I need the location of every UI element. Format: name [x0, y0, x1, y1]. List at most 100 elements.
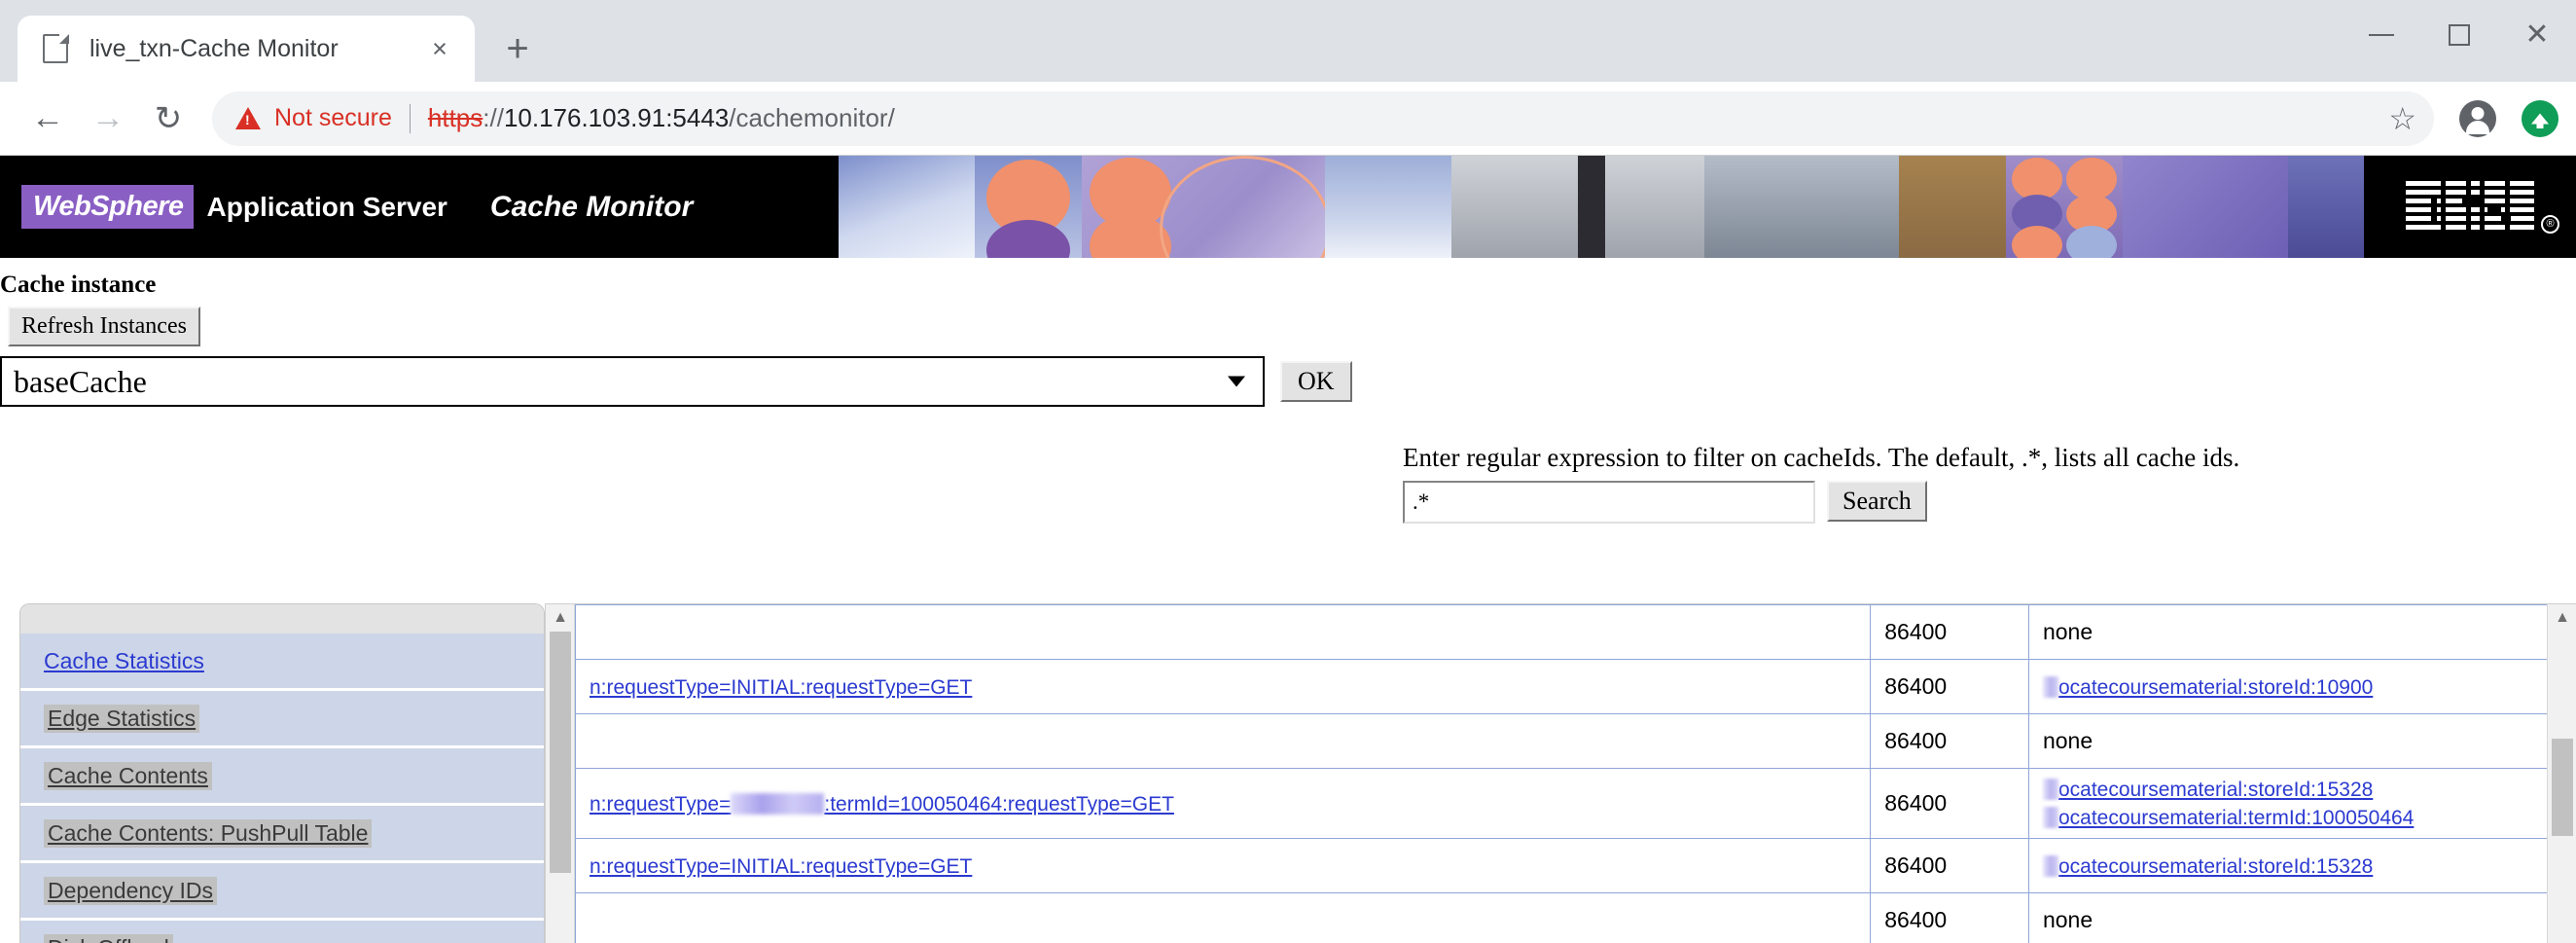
navigation-toolbar: ← → ↻ Not secure https://10.176.103.91:5… — [0, 82, 2576, 156]
cell-dependency[interactable]: ocatecoursematerial:storeId:10900 — [2027, 659, 2576, 714]
main-content-area: Cache Statistics Edge Statistics Cache C… — [0, 603, 2576, 943]
cell-dependency: none — [2027, 891, 2576, 943]
dependency-link[interactable]: ocatecoursematerial:storeId:10900 — [2058, 676, 2373, 699]
application-server-label: Application Server — [206, 191, 447, 222]
table-row[interactable]: n:requestType=INITIAL:requestType=GET 86… — [574, 659, 2576, 714]
refresh-instances-button[interactable]: Refresh Instances — [8, 307, 200, 346]
dependency-line[interactable]: ocatecoursematerial:termId:100050464 — [2042, 803, 2576, 831]
close-tab-icon[interactable]: × — [422, 31, 457, 66]
minimize-button[interactable] — [2343, 0, 2420, 70]
url-separator: :// — [483, 103, 504, 132]
warning-triangle-icon — [235, 107, 261, 129]
sidebar-link-disk-offload[interactable]: Disk Offload — [44, 933, 173, 943]
table-row[interactable]: n:requestType=INITIAL:requestType=GET 86… — [574, 837, 2576, 893]
omnibox-divider — [409, 103, 411, 133]
ibm-logo: ® — [2406, 180, 2559, 234]
sidebar-link-cache-statistics[interactable]: Cache Statistics — [44, 648, 204, 674]
cell-cache-id[interactable] — [574, 891, 1872, 943]
redacted-segment — [731, 792, 825, 815]
ok-button[interactable]: OK — [1280, 361, 1352, 402]
cell-dependency: none — [2027, 604, 2576, 660]
sidebar-wrapper: Cache Statistics Edge Statistics Cache C… — [0, 603, 545, 943]
sidebar-item-edge-statistics[interactable]: Edge Statistics — [20, 691, 544, 748]
cache-instance-selected-value: baseCache — [14, 363, 147, 399]
table-row[interactable]: 86400 none None 1 23392 — [574, 604, 2576, 660]
cell-ttl: 86400 — [1870, 768, 2029, 839]
search-button[interactable]: Search — [1827, 481, 1927, 522]
instance-select-row: baseCache OK — [0, 356, 2576, 407]
dependency-link[interactable]: ocatecoursematerial:storeId:15328 — [2058, 779, 2373, 801]
new-tab-button[interactable]: + — [490, 21, 545, 76]
browser-tab[interactable]: live_txn-Cache Monitor × — [18, 16, 475, 82]
back-button[interactable]: ← — [18, 89, 78, 149]
cacheid-filter-block: Enter regular expression to filter on ca… — [1403, 443, 2239, 524]
maximize-button[interactable] — [2420, 0, 2498, 70]
security-status[interactable]: Not secure — [274, 104, 392, 132]
sidebar-item-dependency-ids[interactable]: Dependency IDs — [20, 863, 544, 921]
dependency-link[interactable]: ocatecoursematerial:storeId:15328 — [2058, 855, 2373, 878]
cell-cache-id[interactable]: n:requestType=INITIAL:requestType=GET — [574, 659, 1872, 714]
inner-scroll-up-arrow[interactable]: ▲ — [546, 604, 575, 632]
profile-avatar-icon[interactable] — [2459, 99, 2496, 137]
browser-window: live_txn-Cache Monitor × + ✕ ← → ↻ Not s… — [0, 0, 2576, 943]
forward-button[interactable]: → — [78, 89, 138, 149]
reload-button[interactable]: ↻ — [138, 89, 198, 149]
cache-id-head: n:requestType= — [590, 792, 732, 816]
tab-title: live_txn-Cache Monitor — [89, 34, 339, 62]
page-icon — [43, 33, 69, 63]
sidebar-link-dependency-ids[interactable]: Dependency IDs — [44, 876, 218, 905]
cache-instance-select[interactable]: baseCache — [0, 356, 1265, 407]
sidebar-item-disk-offload[interactable]: Disk Offload — [20, 921, 544, 943]
outer-scroll-thumb[interactable] — [2552, 739, 2573, 836]
banner-decorative-image — [839, 156, 2364, 258]
inner-scroll-thumb[interactable] — [550, 632, 571, 873]
table-row[interactable]: 86400 none None 1 22976 — [574, 891, 2576, 943]
table-row[interactable]: 86400 none None 1 23160 — [574, 713, 2576, 769]
cache-id-link[interactable]: n:requestType=INITIAL:requestType=GET — [590, 676, 972, 699]
navigation-sidebar: Cache Statistics Edge Statistics Cache C… — [19, 603, 545, 943]
cell-ttl: 86400 — [1870, 891, 2029, 943]
close-window-button[interactable]: ✕ — [2498, 0, 2576, 70]
inner-vertical-scrollbar[interactable]: ▲ ▼ — [546, 604, 575, 943]
cell-cache-id[interactable]: n:requestType=INITIAL:requestType=GET — [574, 837, 1872, 893]
table-row[interactable]: n:requestType=:termId=100050464:requestT… — [574, 768, 2576, 839]
url-text: https://10.176.103.91:5443/cachemonitor/ — [428, 103, 895, 133]
sidebar-item-cache-contents-pushpull-table[interactable]: Cache Contents: PushPull Table — [20, 806, 544, 863]
sidebar-link-edge-statistics[interactable]: Edge Statistics — [44, 704, 200, 733]
cell-dependency[interactable]: ocatecoursematerial:storeId:15328 — [2027, 837, 2576, 893]
websphere-banner: WebSphere Application Server Cache Monit… — [0, 156, 2576, 258]
sidebar-header-strip — [20, 604, 544, 634]
sidebar-link-cache-contents[interactable]: Cache Contents — [44, 761, 212, 790]
cell-dependency[interactable]: ocatecoursematerial:storeId:15328 ocatec… — [2027, 768, 2576, 839]
redacted-prefix — [2042, 854, 2058, 877]
minimize-icon — [2369, 34, 2394, 36]
dependency-link[interactable]: ocatecoursematerial:termId:100050464 — [2058, 807, 2414, 829]
close-icon: ✕ — [2524, 18, 2550, 51]
cell-cache-id[interactable] — [574, 713, 1872, 769]
sidebar-item-cache-statistics[interactable]: Cache Statistics — [20, 634, 544, 691]
cache-contents-table: 86400 none None 1 23392 n:requestType=IN… — [574, 604, 2576, 943]
redacted-prefix — [2042, 807, 2058, 829]
redacted-prefix — [2042, 779, 2058, 800]
sidebar-link-cache-contents-pushpull-table[interactable]: Cache Contents: PushPull Table — [44, 818, 373, 848]
update-available-icon[interactable] — [2522, 99, 2558, 137]
address-bar[interactable]: Not secure https://10.176.103.91:5443/ca… — [212, 91, 2434, 146]
page-content: WebSphere Application Server Cache Monit… — [0, 156, 2576, 943]
registered-trademark-icon: ® — [2541, 214, 2559, 234]
cell-cache-id[interactable]: n:requestType=:termId=100050464:requestT… — [574, 768, 1872, 839]
redacted-prefix — [2042, 676, 2058, 698]
cell-cache-id[interactable] — [574, 604, 1872, 660]
url-scheme: https — [427, 103, 483, 132]
cache-id-link[interactable]: n:requestType=:termId=100050464:requestT… — [590, 792, 1174, 816]
regex-filter-input[interactable] — [1403, 481, 1815, 524]
dependency-line[interactable]: ocatecoursematerial:storeId:15328 — [2042, 775, 2576, 803]
sidebar-item-cache-contents[interactable]: Cache Contents — [20, 748, 544, 806]
bookmark-star-icon[interactable]: ☆ — [2388, 100, 2416, 137]
cache-id-link[interactable]: n:requestType=INITIAL:requestType=GET — [590, 855, 972, 878]
outer-vertical-scrollbar[interactable]: ▲ ▼ — [2547, 604, 2576, 943]
websphere-logo: WebSphere — [21, 185, 194, 229]
window-controls: ✕ — [2343, 0, 2576, 70]
cache-contents-table-area: ▲ ▼ 86400 none None 1 23392 n:requestTyp… — [545, 603, 2576, 943]
outer-scroll-up-arrow[interactable]: ▲ — [2548, 604, 2576, 632]
cell-dependency: none — [2027, 713, 2576, 769]
